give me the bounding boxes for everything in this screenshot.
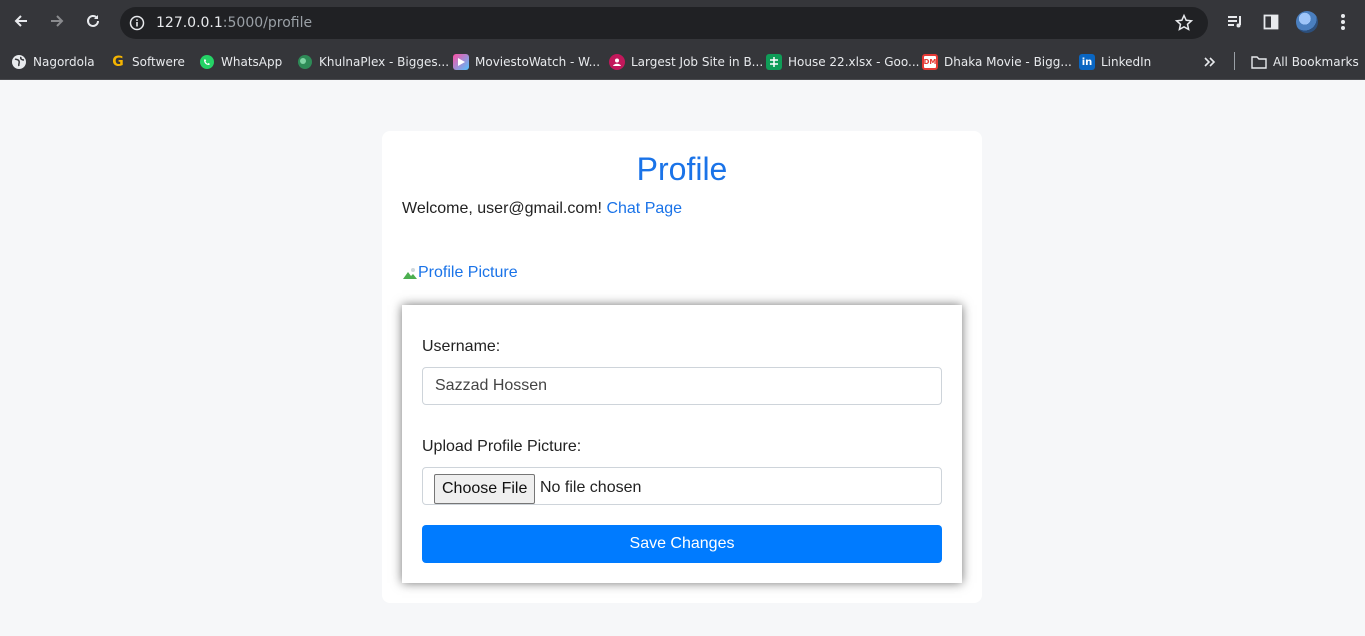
dhaka-movie-icon: DM (922, 54, 938, 70)
khulnaplex-icon (297, 54, 313, 70)
bookmark-label: Nagordola (33, 55, 95, 69)
bookmark-star-icon[interactable] (1174, 13, 1194, 33)
page-title: Profile (636, 151, 728, 187)
username-input[interactable] (422, 367, 942, 405)
more-bookmarks-chevron-icon[interactable] (1203, 52, 1217, 72)
no-file-chosen-text: No file chosen (540, 479, 642, 496)
menu-kebab-icon[interactable] (1332, 11, 1354, 33)
welcome-text: Welcome, user@gmail.com! (402, 200, 602, 217)
reload-button[interactable] (80, 10, 106, 36)
all-bookmarks-button[interactable]: All Bookmarks (1251, 52, 1359, 72)
bookmark-label: Softwere (132, 55, 185, 69)
address-bar[interactable]: 127.0.0.1:5000/profile (120, 7, 1208, 39)
job-icon (609, 54, 625, 70)
bookmark-house-22[interactable]: House 22.xlsx - Goo... (766, 52, 919, 72)
back-arrow-icon (13, 13, 29, 34)
bookmark-label: MoviestoWatch - W... (475, 55, 601, 69)
bookmark-khulnaplex[interactable]: KhulnaPlex - Bigges... (297, 52, 449, 72)
forward-button[interactable] (44, 10, 70, 36)
save-changes-button[interactable]: Save Changes (422, 525, 942, 563)
url-text[interactable]: 127.0.0.1:5000/profile (156, 15, 312, 31)
media-control-icon[interactable] (1224, 11, 1246, 33)
broken-image-icon (402, 266, 418, 280)
globe-icon (11, 54, 27, 70)
bookmarks-divider (1234, 52, 1235, 70)
chat-page-link[interactable]: Chat Page (606, 200, 682, 217)
bookmark-moviestowatch[interactable]: MoviestoWatch - W... (453, 52, 600, 72)
upload-label: Upload Profile Picture: (422, 438, 582, 455)
welcome-message: Welcome, user@gmail.com! Chat Page (402, 200, 682, 218)
url-host: 127.0.0.1 (156, 15, 223, 31)
reload-icon (85, 13, 101, 34)
file-upload-input[interactable]: Choose File No file chosen (422, 467, 942, 505)
site-info-icon[interactable] (127, 13, 147, 33)
bookmark-nagordola[interactable]: Nagordola (11, 52, 95, 72)
whatsapp-icon (199, 54, 215, 70)
profile-card: Profile Welcome, user@gmail.com! Chat Pa… (382, 131, 982, 603)
bookmark-label: Largest Job Site in B... (631, 55, 764, 69)
side-panel-icon[interactable] (1260, 11, 1282, 33)
g-icon: G (112, 54, 124, 70)
all-bookmarks-label: All Bookmarks (1273, 55, 1359, 69)
bookmark-label: WhatsApp (221, 55, 283, 69)
bookmark-whatsapp[interactable]: WhatsApp (199, 52, 282, 72)
bookmark-label: House 22.xlsx - Goo... (788, 55, 920, 69)
linkedin-icon: in (1079, 54, 1095, 70)
play-icon (453, 54, 469, 70)
bookmark-label: KhulnaPlex - Bigges... (319, 55, 450, 69)
bookmark-label: LinkedIn (1101, 55, 1152, 69)
bookmark-dhaka-movie[interactable]: DM Dhaka Movie - Bigg... (922, 52, 1072, 72)
bookmark-label: Dhaka Movie - Bigg... (944, 55, 1072, 69)
bookmark-softwere[interactable]: G Softwere (110, 52, 185, 72)
bookmarks-bar: Nagordola G Softwere WhatsApp KhulnaPlex… (0, 45, 1365, 80)
profile-avatar[interactable] (1296, 11, 1318, 33)
folder-icon (1251, 54, 1267, 70)
choose-file-button[interactable]: Choose File (434, 474, 536, 504)
sheets-icon (766, 54, 782, 70)
profile-form: Username: Upload Profile Picture: Choose… (402, 305, 962, 583)
profile-picture: Profile Picture (402, 264, 518, 282)
browser-toolbar: 127.0.0.1:5000/profile (0, 0, 1365, 45)
forward-arrow-icon (49, 13, 65, 34)
back-button[interactable] (8, 10, 34, 36)
url-path: :5000/profile (222, 15, 313, 31)
profile-picture-alt-text: Profile Picture (418, 264, 518, 281)
username-label: Username: (422, 338, 501, 355)
bookmark-job-site[interactable]: Largest Job Site in B... (609, 52, 763, 72)
bookmark-linkedin[interactable]: in LinkedIn (1079, 52, 1151, 72)
